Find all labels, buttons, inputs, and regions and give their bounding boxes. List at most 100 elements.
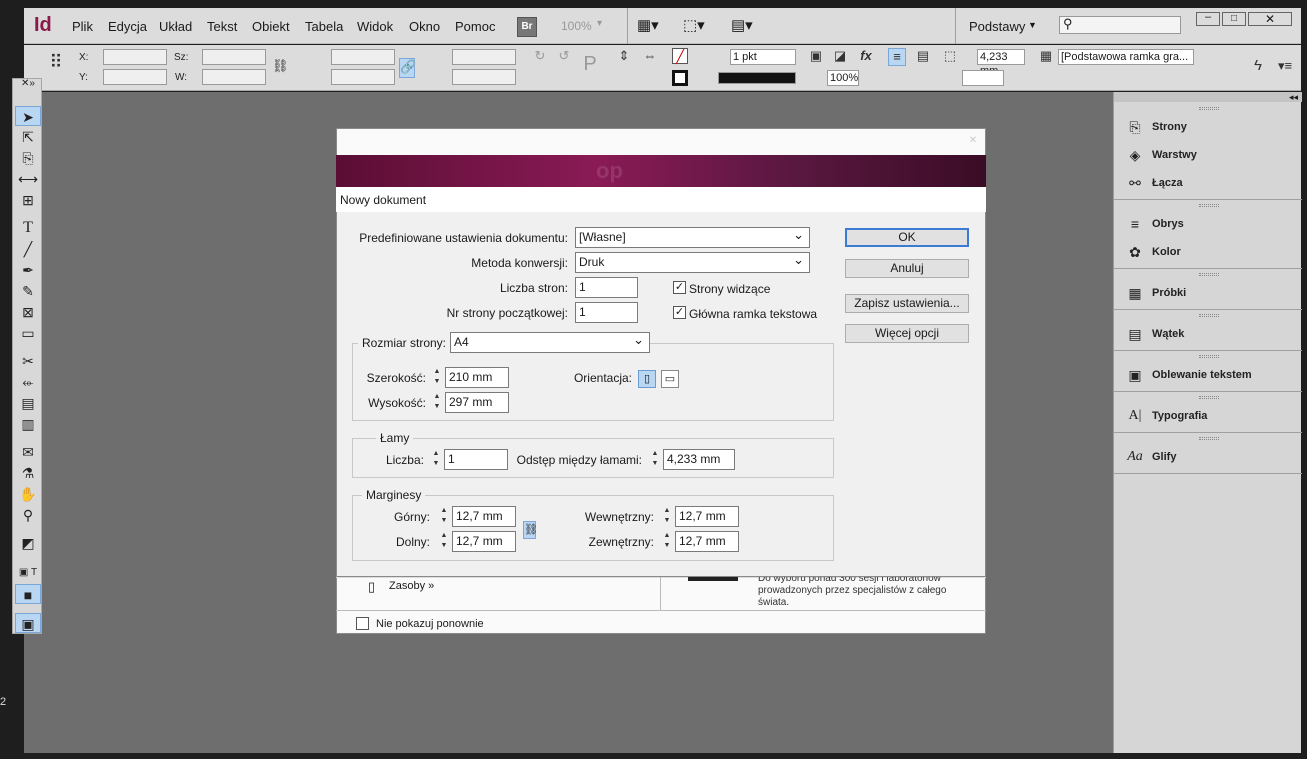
panel-grip[interactable]: [1199, 107, 1219, 110]
stroke-weight-field[interactable]: 1 pkt: [730, 49, 796, 65]
cancel-button[interactable]: Anuluj: [845, 259, 969, 278]
gutter-stepper[interactable]: ▲ ▼: [650, 449, 660, 470]
height-input[interactable]: 297 mm: [445, 392, 509, 413]
reference-point-icon[interactable]: ⠿: [45, 53, 67, 76]
object-style-icon[interactable]: ▦: [1038, 48, 1054, 64]
rectangle-tool-icon[interactable]: ▭: [15, 323, 41, 343]
outside-margin-input[interactable]: 12,7 mm: [675, 531, 739, 552]
intent-dropdown[interactable]: Druk: [575, 250, 810, 273]
panel-links[interactable]: ⚯ Łącza: [1114, 170, 1302, 196]
more-options-button[interactable]: Więcej opcji: [845, 324, 969, 343]
effects-fx-icon[interactable]: fx: [856, 48, 876, 64]
width-stepper[interactable]: ▲ ▼: [432, 367, 442, 388]
gutter-field[interactable]: 4,233 mm: [977, 49, 1025, 77]
screen-mode-normal-icon[interactable]: ▣: [15, 613, 41, 633]
pen-tool-icon[interactable]: ✒: [15, 260, 41, 280]
preset-dropdown[interactable]: [Własne]: [575, 225, 810, 248]
master-text-frame-checkbox[interactable]: ✓: [673, 306, 686, 319]
menu-window[interactable]: Okno: [409, 19, 440, 34]
start-page-input[interactable]: 1: [575, 302, 638, 323]
object-style-dropdown[interactable]: [Podstawowa ramka gra...: [1058, 49, 1194, 65]
constrain-proportions-icon[interactable]: ⛓: [272, 58, 289, 74]
menu-layout[interactable]: Układ: [159, 19, 192, 34]
inside-margin-stepper[interactable]: ▲ ▼: [662, 506, 672, 527]
bottom-margin-input[interactable]: 12,7 mm: [452, 531, 516, 552]
stroke-type-dropdown[interactable]: [718, 72, 796, 84]
pages-input[interactable]: 1: [575, 277, 638, 298]
quick-apply-icon[interactable]: ϟ: [1250, 58, 1266, 74]
facing-pages-checkbox[interactable]: ✓: [673, 281, 686, 294]
eyedropper-tool-icon[interactable]: ⚗: [15, 463, 41, 483]
top-margin-stepper[interactable]: ▲ ▼: [439, 506, 449, 527]
shear-field[interactable]: [452, 69, 516, 85]
rotate-ccw-icon[interactable]: ↺: [556, 48, 572, 64]
bottom-margin-stepper[interactable]: ▲ ▼: [439, 531, 449, 552]
bridge-button[interactable]: Br: [517, 17, 537, 37]
top-margin-input[interactable]: 12,7 mm: [452, 506, 516, 527]
panel-swatches[interactable]: ▦ Próbki: [1114, 280, 1302, 306]
panel-typography[interactable]: A| Typografia: [1114, 403, 1302, 429]
margins-link-icon[interactable]: ⛓: [523, 521, 538, 539]
scale-x-field[interactable]: [331, 49, 395, 65]
scale-link-icon[interactable]: 🔗: [399, 58, 416, 78]
arrange-documents-icon[interactable]: ▤▾: [731, 16, 753, 34]
wrap-none-icon[interactable]: ≡: [888, 48, 906, 66]
y-field[interactable]: [103, 69, 167, 85]
menu-type[interactable]: Tekst: [207, 19, 237, 34]
gutter-input[interactable]: 4,233 mm: [663, 449, 735, 470]
inside-margin-input[interactable]: 12,7 mm: [675, 506, 739, 527]
columns-stepper[interactable]: ▲ ▼: [431, 449, 441, 470]
outside-margin-stepper[interactable]: ▲ ▼: [662, 531, 672, 552]
selection-tool-icon[interactable]: ➤: [15, 106, 41, 126]
workspace-switcher[interactable]: Podstawy: [969, 19, 1025, 34]
landscape-orientation-icon[interactable]: ▭: [661, 370, 679, 388]
screen-mode-icon[interactable]: ⬚▾: [683, 16, 705, 34]
hand-tool-icon[interactable]: ✋: [15, 484, 41, 504]
workspace-dropdown-icon[interactable]: ▼: [1028, 20, 1037, 30]
zoom-tool-icon[interactable]: ⚲: [15, 505, 41, 525]
zoom-level[interactable]: 100%: [561, 19, 592, 33]
tools-panel-collapse-icon[interactable]: ✕»: [15, 78, 41, 90]
portrait-orientation-icon[interactable]: ▯: [638, 370, 656, 388]
fill-swatch-icon[interactable]: ╱: [672, 48, 688, 64]
dont-show-checkbox[interactable]: [356, 617, 369, 630]
line-tool-icon[interactable]: ╱: [15, 239, 41, 259]
panel-layers[interactable]: ◈ Warstwy: [1114, 142, 1302, 168]
menu-help[interactable]: Pomoc: [455, 19, 495, 34]
rotate-cw-icon[interactable]: ↻: [532, 48, 548, 64]
text-frame-options-icon[interactable]: ⬚: [942, 48, 958, 64]
dock-collapse-icon[interactable]: ◂◂: [1114, 92, 1302, 102]
save-preset-button[interactable]: Zapisz ustawienia...: [845, 294, 969, 313]
content-collector-icon[interactable]: ⊞: [15, 190, 41, 210]
frame-fitting-icon[interactable]: ▣: [808, 48, 824, 64]
panel-stroke[interactable]: ≡ Obrys: [1114, 211, 1302, 237]
page-tool-icon[interactable]: ⎘: [15, 148, 41, 168]
stroke-swatch-icon[interactable]: [672, 70, 688, 86]
path-p-icon[interactable]: P: [580, 54, 600, 74]
minimize-button[interactable]: –: [1196, 12, 1220, 26]
resources-link[interactable]: Zasoby »: [389, 580, 434, 592]
close-button[interactable]: ✕: [1248, 12, 1292, 26]
rectangle-frame-tool-icon[interactable]: ⊠: [15, 302, 41, 322]
panel-grip[interactable]: [1199, 273, 1219, 276]
menu-object[interactable]: Obiekt: [252, 19, 290, 34]
menu-view[interactable]: Widok: [357, 19, 393, 34]
pencil-tool-icon[interactable]: ✎: [15, 281, 41, 301]
columns-field[interactable]: [962, 70, 1004, 86]
height-field[interactable]: [202, 69, 266, 85]
fill-stroke-swatch-icon[interactable]: ◩: [15, 533, 41, 553]
panel-text-wrap[interactable]: ▣ Oblewanie tekstem: [1114, 362, 1302, 388]
note-tool-icon[interactable]: ✉: [15, 442, 41, 462]
panel-color[interactable]: ✿ Kolor: [1114, 239, 1302, 265]
free-transform-tool-icon[interactable]: ⬰: [15, 372, 41, 392]
rotation-field[interactable]: [452, 49, 516, 65]
x-field[interactable]: [103, 49, 167, 65]
panel-grip[interactable]: [1199, 204, 1219, 207]
height-stepper[interactable]: ▲ ▼: [432, 392, 442, 413]
gradient-feather-tool-icon[interactable]: ▥: [15, 414, 41, 434]
gradient-swatch-tool-icon[interactable]: ▤: [15, 393, 41, 413]
start-screen-close-icon[interactable]: ✕: [966, 135, 980, 149]
opacity-field[interactable]: 100%: [827, 70, 859, 86]
width-field[interactable]: [202, 49, 266, 65]
ok-button[interactable]: OK: [845, 228, 969, 247]
